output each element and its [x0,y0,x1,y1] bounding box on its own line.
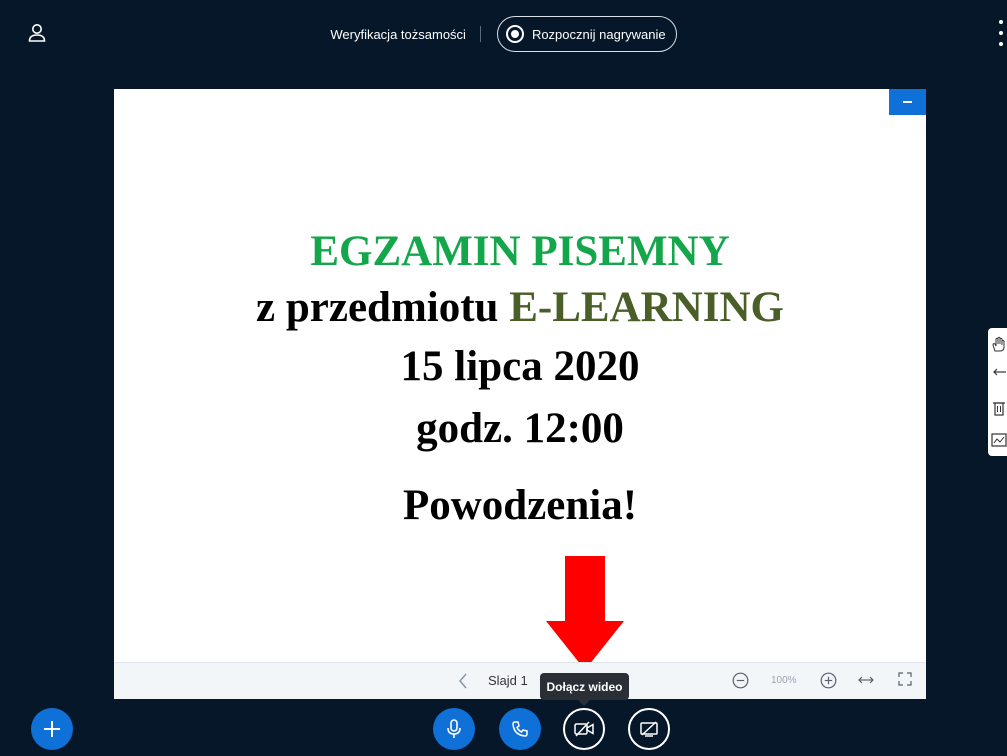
microphone-icon [447,719,461,738]
trash-icon[interactable] [991,400,1007,416]
slide-toolbar: Slajd 1 100% [114,662,926,699]
chevron-left-icon[interactable] [456,672,470,690]
slide-number-label[interactable]: Slajd 1 [488,673,528,688]
slide-subject-line: z przedmiotu E-LEARNING [114,283,926,332]
fit-width-icon[interactable] [858,674,874,686]
join-video-button[interactable] [563,708,605,750]
start-recording-button[interactable]: Rozpocznij nagrywanie [496,16,677,52]
start-recording-label: Rozpocznij nagrywanie [531,26,666,42]
join-video-tooltip: Dołącz wideo [540,673,629,706]
undo-icon[interactable] [991,364,1007,380]
share-screen-button[interactable] [628,708,670,750]
slide-subject-prefix: z przedmiotu [256,284,499,331]
session-title: Weryfikacja tożsamości [330,26,466,42]
slide-date: 15 lipca 2020 [400,343,640,390]
presentation-slide: EGZAMIN PISEMNY z przedmiotu E-LEARNING … [114,89,926,699]
minimize-icon[interactable] [889,89,926,115]
whiteboard-icon[interactable] [991,432,1007,448]
microphone-button[interactable] [433,708,475,750]
red-arrow-down-icon [546,556,624,670]
zoom-level: 100% [771,675,797,686]
header-divider [479,26,481,42]
slide-title: EGZAMIN PISEMNY [310,228,730,275]
whiteboard-toolbar [988,328,1007,456]
fullscreen-icon[interactable] [898,672,912,686]
leave-audio-button[interactable] [499,708,541,750]
record-icon [505,25,524,43]
hand-tool-icon[interactable] [991,336,1007,352]
kebab-menu-icon[interactable] [997,20,1005,46]
slide-time: godz. 12:00 [416,405,624,452]
zoom-out-icon[interactable] [732,672,749,689]
slide-subject-name: E-LEARNING [509,284,784,331]
screen-share-off-icon [640,721,658,737]
phone-icon [512,721,528,737]
slide-greeting: Powodzenia! [402,482,638,529]
plus-icon [44,721,60,737]
session-header: Weryfikacja tożsamości Rozpocznij nagryw… [0,16,1007,52]
zoom-in-icon[interactable] [820,672,837,689]
actions-plus-button[interactable] [31,708,73,750]
video-off-icon [574,721,594,737]
